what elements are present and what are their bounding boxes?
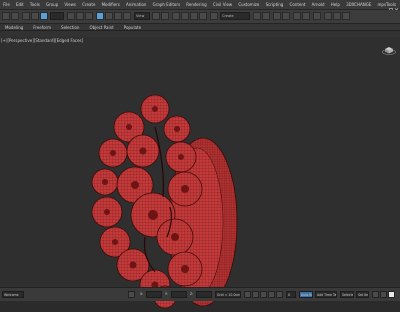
mirror-button[interactable]: [253, 12, 261, 20]
z-label: Z:: [190, 292, 194, 296]
schematic-view-button[interactable]: [302, 12, 310, 20]
unlink-button[interactable]: [31, 12, 39, 20]
menu-edit[interactable]: Edit: [13, 2, 27, 7]
selected-dropdown[interactable]: Selected: [340, 291, 354, 298]
ribbon-tabs: Modeling Freeform Selection Object Paint…: [0, 24, 400, 31]
add-time-tag[interactable]: Add Time Tag: [315, 291, 337, 298]
z-coordinate[interactable]: [196, 291, 212, 298]
window-controls[interactable]: [382, 0, 400, 12]
go-to-end-button[interactable]: [276, 291, 283, 298]
menu-scripting[interactable]: Scripting: [262, 2, 286, 7]
perspective-viewport[interactable]: [+][Perspective][Standard][Edged Faces]: [0, 37, 400, 309]
pan-button[interactable]: [380, 291, 387, 298]
rotate-button[interactable]: [105, 12, 113, 20]
y-label: Y:: [165, 292, 168, 296]
menu-rendering[interactable]: Rendering: [183, 2, 210, 7]
curve-editor-button[interactable]: [293, 12, 301, 20]
y-coordinate[interactable]: [171, 291, 187, 298]
render-button[interactable]: [342, 12, 350, 20]
main-toolbar: View Create Selection Se: [0, 10, 400, 24]
placement-button[interactable]: [123, 12, 131, 20]
spinner-snap-button[interactable]: [199, 12, 207, 20]
link-button[interactable]: [22, 12, 30, 20]
current-frame-field[interactable]: 0: [286, 291, 296, 298]
menu-create[interactable]: Create: [79, 2, 98, 7]
layer-explorer-button[interactable]: [273, 12, 281, 20]
menu-content[interactable]: Content: [286, 2, 308, 7]
go-to-start-button[interactable]: [244, 291, 251, 298]
render-setup-button[interactable]: [324, 12, 332, 20]
percent-snap-button[interactable]: [190, 12, 198, 20]
reference-coordinate-dropdown[interactable]: View: [134, 12, 150, 20]
viewport-label[interactable]: [+][Perspective][Standard][Edged Faces]: [1, 38, 83, 43]
ribbon-tab-modeling[interactable]: Modeling: [0, 25, 28, 30]
menu-tools[interactable]: Tools: [27, 2, 43, 7]
menu-group[interactable]: Group: [43, 2, 61, 7]
menu-graph-editors[interactable]: Graph Editors: [150, 2, 184, 7]
menu-arnold[interactable]: Arnold: [309, 2, 328, 7]
lock-selection-button[interactable]: [128, 291, 135, 298]
named-selection-button[interactable]: [210, 12, 218, 20]
menu-bar: File Edit Tools Group Views Create Modif…: [0, 0, 400, 10]
menu-modifiers[interactable]: Modifiers: [99, 2, 123, 7]
previous-frame-button[interactable]: [252, 291, 259, 298]
menu-help[interactable]: Help: [328, 2, 343, 7]
ribbon-tab-selection[interactable]: Selection: [56, 25, 84, 30]
undo-button[interactable]: [2, 12, 10, 20]
rendered-frame-button[interactable]: [333, 12, 341, 20]
move-button[interactable]: [96, 12, 104, 20]
menu-civil-view[interactable]: Civil View: [210, 2, 235, 7]
select-object-button[interactable]: [40, 12, 48, 20]
menu-customize[interactable]: Customize: [235, 2, 262, 7]
select-by-name-button[interactable]: [67, 12, 75, 20]
maximize-viewport-button[interactable]: [388, 291, 395, 298]
maxscript-listener[interactable]: Welcome: [2, 291, 24, 298]
scale-button[interactable]: [114, 12, 122, 20]
ribbon-tab-freeform[interactable]: Freeform: [28, 25, 56, 30]
menu-3dxchange[interactable]: 3DXCHANGE: [343, 2, 374, 7]
menu-views[interactable]: Views: [61, 2, 79, 7]
next-frame-button[interactable]: [268, 291, 275, 298]
x-coordinate[interactable]: [146, 291, 162, 298]
angle-snap-button[interactable]: [181, 12, 189, 20]
align-button[interactable]: [262, 12, 270, 20]
set-key-button[interactable]: Set Key: [356, 291, 369, 298]
play-button[interactable]: [260, 291, 267, 298]
menu-animation[interactable]: Animation: [123, 2, 150, 7]
grid-size: Grid = 10.0cm: [215, 291, 241, 298]
selection-filter-dropdown[interactable]: [50, 12, 64, 20]
select-manipulate-button[interactable]: [161, 12, 169, 20]
menu-file[interactable]: File: [0, 2, 13, 7]
window-crossing-button[interactable]: [85, 12, 93, 20]
snaps-toggle-button[interactable]: [172, 12, 180, 20]
zoom-button[interactable]: [372, 291, 379, 298]
viewcube-icon[interactable]: [382, 45, 396, 55]
status-bar: Welcome X: Y: Z: Grid = 10.0cm 0 Auto Ke…: [0, 287, 400, 301]
ribbon-tab-object-paint[interactable]: Object Paint: [84, 25, 118, 30]
auto-key-button[interactable]: Auto Key: [299, 291, 313, 298]
material-editor-button[interactable]: [313, 12, 321, 20]
ribbon-toggle-button[interactable]: [282, 12, 290, 20]
pivot-button[interactable]: [152, 12, 160, 20]
rectangular-selection-button[interactable]: [76, 12, 84, 20]
redo-button[interactable]: [11, 12, 19, 20]
selection-set-field[interactable]: Create Selection Se: [220, 12, 250, 20]
ribbon-tab-populate[interactable]: Populate: [119, 25, 146, 30]
x-label: X:: [140, 292, 144, 296]
flower-wreath-model[interactable]: [85, 87, 255, 312]
